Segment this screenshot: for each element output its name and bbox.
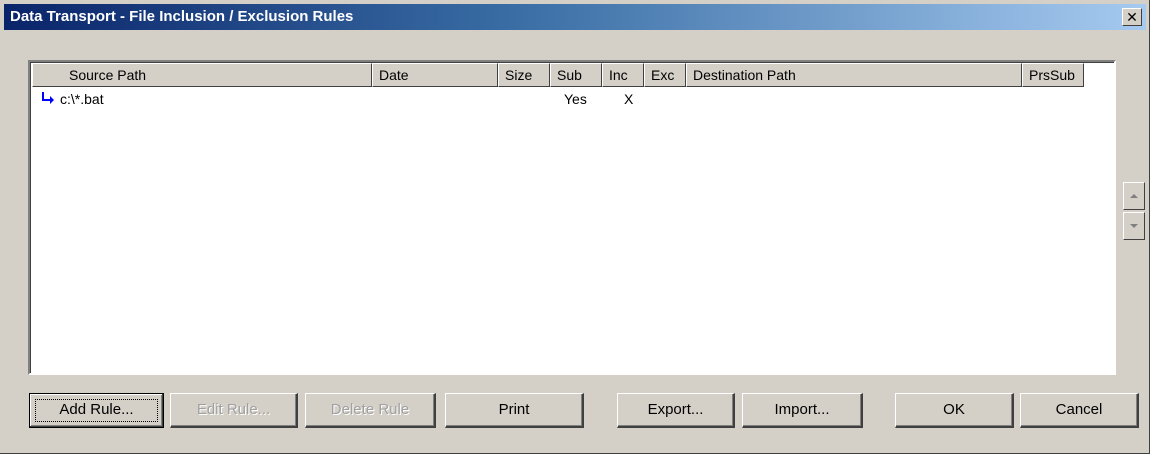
- cell-sub: Yes: [564, 91, 587, 107]
- rules-dialog: Data Transport - File Inclusion / Exclus…: [0, 0, 1150, 454]
- cancel-label: Cancel: [1055, 401, 1103, 418]
- list-header: Source Path Date Size Sub Inc Exc Destin…: [32, 63, 1112, 87]
- delete-rule-label: Delete Rule: [330, 401, 410, 418]
- close-button[interactable]: ✕: [1122, 8, 1142, 26]
- column-header-inc[interactable]: Inc: [602, 63, 644, 87]
- add-rule-label: Add Rule...: [59, 401, 134, 418]
- window-title: Data Transport - File Inclusion / Exclus…: [10, 8, 354, 25]
- column-header-prssub[interactable]: PrsSub: [1022, 63, 1084, 87]
- arrow-return-icon: [42, 92, 54, 104]
- column-header-source-path[interactable]: Source Path: [32, 63, 372, 87]
- table-row[interactable]: c:\*.bat Yes X: [32, 89, 1112, 111]
- delete-rule-button[interactable]: Delete Rule: [305, 393, 436, 428]
- export-button[interactable]: Export...: [617, 393, 735, 428]
- title-bar[interactable]: Data Transport - File Inclusion / Exclus…: [4, 4, 1146, 30]
- ok-button[interactable]: OK: [895, 393, 1014, 428]
- rules-list[interactable]: Source Path Date Size Sub Inc Exc Destin…: [28, 60, 1116, 375]
- down-arrow-icon: [1130, 224, 1138, 228]
- cancel-button[interactable]: Cancel: [1020, 393, 1139, 428]
- cell-source-path: c:\*.bat: [60, 91, 104, 107]
- edit-rule-label: Edit Rule...: [196, 401, 271, 418]
- import-label: Import...: [774, 401, 830, 418]
- ok-label: OK: [943, 401, 965, 418]
- add-rule-button[interactable]: Add Rule...: [29, 393, 164, 428]
- close-icon: ✕: [1126, 9, 1138, 25]
- column-header-sub[interactable]: Sub: [550, 63, 602, 87]
- move-up-button[interactable]: [1123, 182, 1145, 210]
- cell-inc: X: [624, 91, 634, 107]
- column-header-size[interactable]: Size: [498, 63, 550, 87]
- export-label: Export...: [647, 401, 704, 418]
- print-label: Print: [498, 401, 530, 418]
- import-button[interactable]: Import...: [742, 393, 863, 428]
- column-header-destination-path[interactable]: Destination Path: [686, 63, 1022, 87]
- up-arrow-icon: [1130, 194, 1138, 198]
- column-header-date[interactable]: Date: [372, 63, 498, 87]
- edit-rule-button[interactable]: Edit Rule...: [170, 393, 298, 428]
- column-header-exc[interactable]: Exc: [644, 63, 686, 87]
- move-down-button[interactable]: [1123, 212, 1145, 240]
- print-button[interactable]: Print: [445, 393, 584, 428]
